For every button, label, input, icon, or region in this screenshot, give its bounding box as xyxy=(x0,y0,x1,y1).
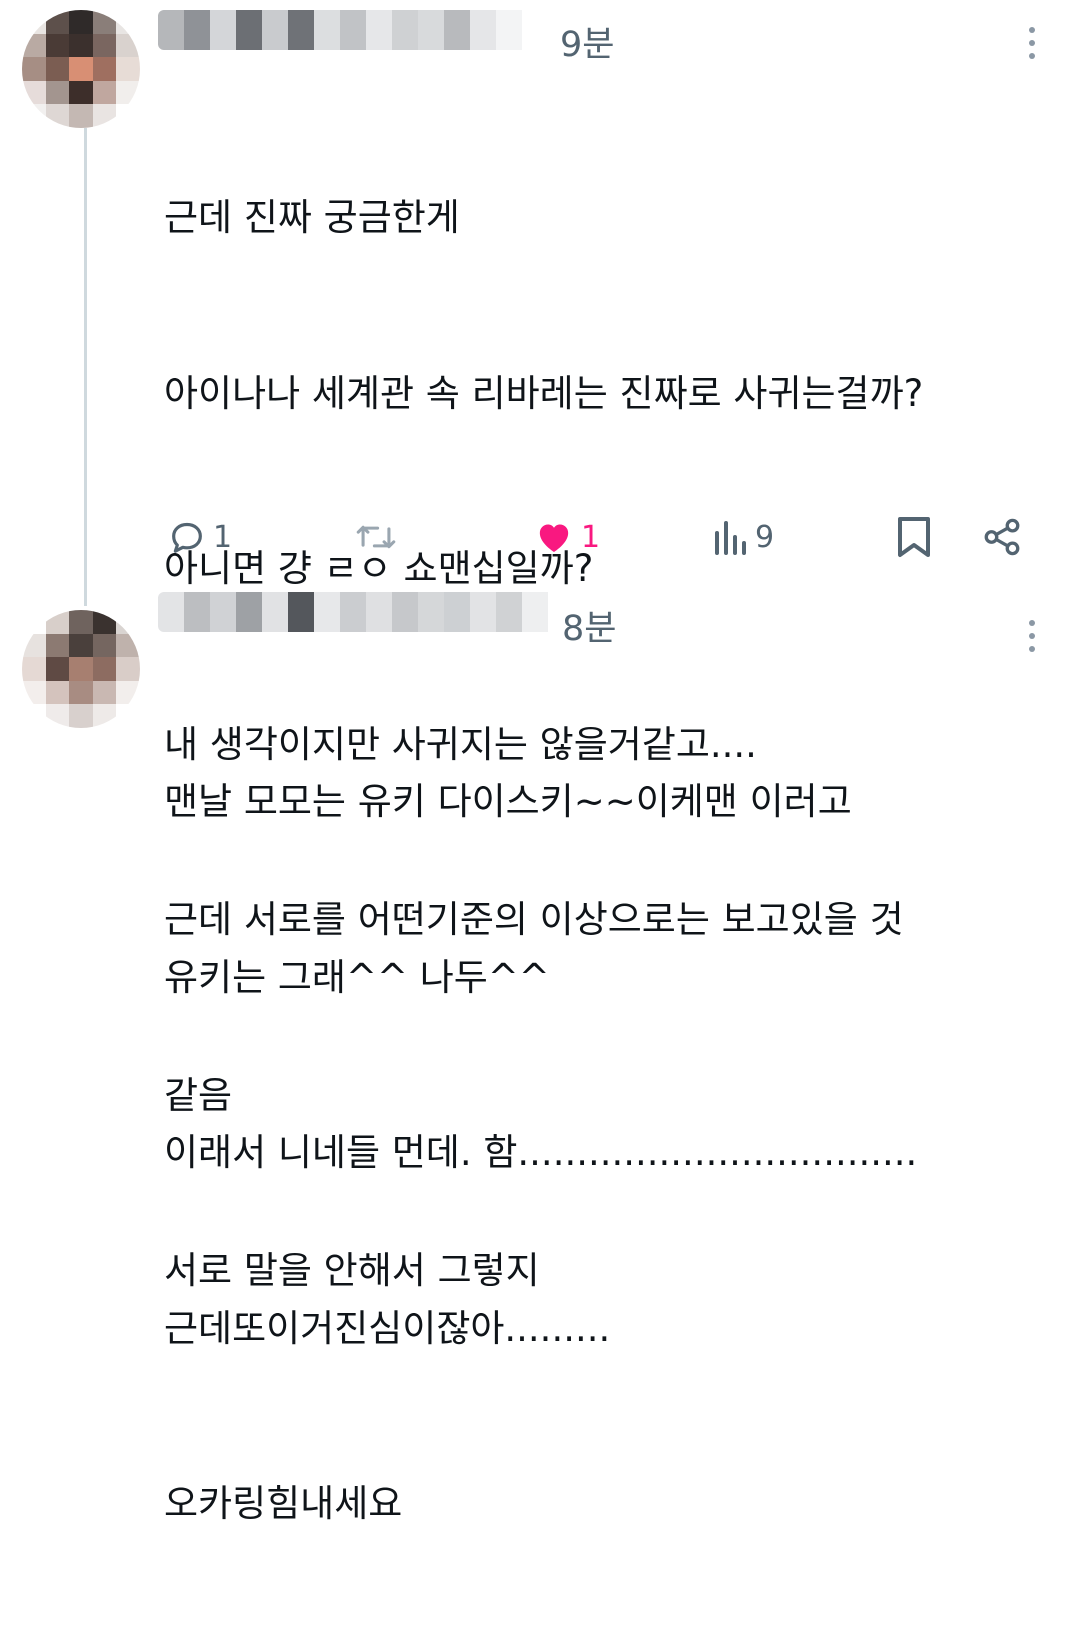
username-blurred[interactable] xyxy=(158,592,558,632)
like-count: 1 xyxy=(581,519,601,555)
post-body: 맨날 모모는 유키 다이스키~~이케맨 이러고 유키는 그래^^ 나두^^ 이래… xyxy=(164,656,1044,1651)
user-avatar-blurred[interactable] xyxy=(22,10,140,128)
view-count: 9 xyxy=(755,519,775,555)
post-text-line: 오카링힘내세요 xyxy=(164,1482,403,1525)
bookmark-button[interactable] xyxy=(896,507,932,567)
post-text-line: 근데 진짜 궁금한게 xyxy=(164,196,460,239)
reply-post-2: 8분 맨날 모모는 유키 다이스키~~이케맨 이러고 유키는 그래^^ 나두^^… xyxy=(0,590,1080,1525)
post-timestamp[interactable]: 8분 xyxy=(562,600,616,651)
post-text-line: 아이나나 세계관 속 리바레는 진짜로 사귀는걸까? xyxy=(164,371,924,415)
views-bar-chart-icon xyxy=(715,521,746,555)
reply-bubble-icon xyxy=(172,522,202,553)
reply-post-1: 9분 근데 진짜 궁금한게 아이나나 세계관 속 리바레는 진짜로 사귀는걸까?… xyxy=(0,0,1080,1292)
reply-count: 1 xyxy=(213,519,233,555)
post-text-line: 근데또이거진심이잖아......... xyxy=(164,1306,611,1350)
bookmark-icon xyxy=(898,517,930,557)
share-button[interactable] xyxy=(981,507,1023,567)
retweet-icon xyxy=(356,525,396,549)
post-action-bar: 1 1 9 xyxy=(0,507,1080,567)
post-text-line: 유키는 그래^^ 나두^^ xyxy=(164,955,550,999)
retweet-button[interactable] xyxy=(355,507,403,567)
user-avatar-blurred[interactable] xyxy=(22,610,140,728)
views-button[interactable]: 9 xyxy=(713,507,774,567)
post-text-line: 이래서 니네들 먼데. 함...........................… xyxy=(164,1131,918,1174)
reply-button[interactable]: 1 xyxy=(167,507,232,567)
more-vertical-icon[interactable] xyxy=(1028,27,1036,59)
heart-filled-icon xyxy=(539,524,569,552)
post-text-line: 맨날 모모는 유키 다이스키~~이케맨 이러고 xyxy=(164,780,852,823)
username-blurred[interactable] xyxy=(158,10,530,50)
share-icon xyxy=(984,518,1020,556)
like-button[interactable]: 1 xyxy=(533,507,600,567)
post-timestamp[interactable]: 9분 xyxy=(560,16,614,67)
more-vertical-icon[interactable] xyxy=(1028,620,1036,652)
